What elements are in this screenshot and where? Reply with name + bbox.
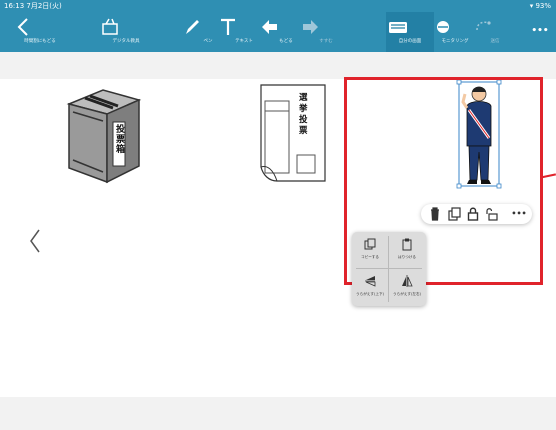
canvas-top-margin: [0, 52, 556, 79]
toolbar: 時間割にもどる デジタル教具 ペン テキスト もどる すすむ 自分の画面 モニタ…: [0, 12, 556, 52]
copy-icon: [364, 238, 376, 250]
text-icon: [221, 18, 235, 35]
share-icon: [476, 21, 491, 31]
pen-icon: [186, 20, 199, 34]
battery-percent: 93%: [535, 2, 551, 10]
flip-vertical-icon: [365, 276, 376, 287]
paste-menu-item[interactable]: はりつける: [389, 232, 425, 268]
share-button[interactable]: 送信: [471, 12, 519, 52]
more-dots-icon: •••: [531, 26, 549, 36]
unlock-icon[interactable]: [484, 206, 500, 222]
context-menu: コピーする はりつける うらがえす(上下) うらがえす(左右): [352, 232, 426, 306]
back-to-schedule-button[interactable]: 時間割にもどる: [12, 12, 68, 52]
chevron-left-nav-icon[interactable]: [29, 228, 41, 254]
menu-divider: [388, 236, 389, 302]
monitor-face-icon: [437, 21, 449, 33]
menu-divider: [356, 268, 422, 269]
status-bar: 16:13 7月2日(火) ▾ 93%: [0, 0, 556, 12]
screen-icon: [389, 22, 407, 33]
arrow-right-icon: [303, 20, 318, 34]
trash-icon[interactable]: [427, 206, 443, 222]
canvas-bottom-margin: [0, 397, 556, 430]
copy-menu-item[interactable]: コピーする: [352, 232, 388, 268]
battery-indicator: ▾ 93%: [530, 0, 551, 12]
digital-tools-button[interactable]: デジタル教具: [98, 12, 154, 52]
redo-button[interactable]: すすむ: [298, 12, 354, 52]
wifi-icon: ▾: [529, 2, 534, 10]
ballot-box-label: 投票箱: [116, 125, 126, 155]
my-screen-button[interactable]: 自分の画面: [386, 12, 434, 52]
flip-horizontal-icon: [402, 275, 413, 287]
ballot-paper-label: 選挙投票: [299, 93, 308, 136]
object-more-button[interactable]: •••: [509, 206, 529, 222]
tools-icon: [102, 18, 118, 35]
ballot-paper-image[interactable]: [257, 83, 329, 183]
clipboard-icon: [402, 238, 412, 251]
chevron-left-icon: [17, 18, 28, 36]
status-time: 16:13 7月2日(火): [4, 2, 62, 10]
duplicate-icon[interactable]: [446, 206, 462, 222]
arrow-left-icon: [262, 20, 277, 34]
flip-vertical-menu-item[interactable]: うらがえす(上下): [352, 269, 388, 305]
lock-icon[interactable]: [465, 206, 481, 222]
flip-horizontal-menu-item[interactable]: うらがえす(左右): [389, 269, 425, 305]
ballot-box-image[interactable]: [63, 86, 145, 186]
object-action-bar: •••: [421, 204, 532, 224]
more-button[interactable]: •••: [524, 12, 556, 52]
